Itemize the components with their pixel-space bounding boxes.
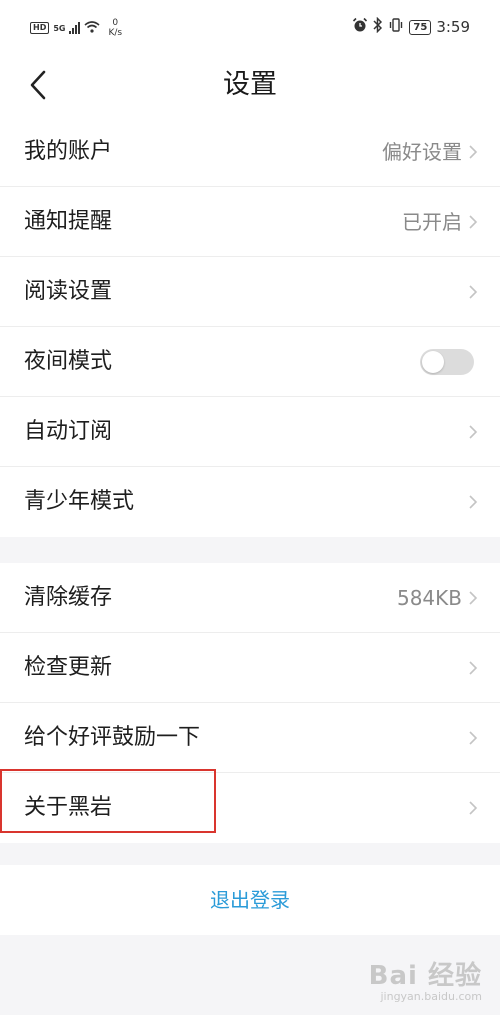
settings-row-reading[interactable]: 阅读设置 <box>0 257 500 327</box>
network-type: 5G <box>53 23 66 33</box>
battery-icon: 75 <box>409 19 432 35</box>
row-value: 偏好设置 <box>382 140 462 164</box>
watermark-text: Bai 经验 <box>368 961 482 991</box>
settings-row-account[interactable]: 我的账户 偏好设置 <box>0 117 500 187</box>
row-label: 清除缓存 <box>24 585 113 610</box>
cache-size: 584KB <box>396 586 462 610</box>
row-label: 阅读设置 <box>24 279 113 304</box>
row-label: 自动订阅 <box>24 419 113 444</box>
settings-row-check-update[interactable]: 检查更新 <box>0 633 500 703</box>
toggle-knob <box>422 351 444 373</box>
header: 设置 <box>0 55 500 117</box>
chevron-right-icon <box>469 495 478 509</box>
chevron-right-icon <box>469 731 478 745</box>
alarm-icon <box>352 17 368 37</box>
status-bar: HD 5G 0 K/s 75 3:59 <box>0 0 500 55</box>
logout-button[interactable]: 退出登录 <box>0 865 500 935</box>
settings-screen: HD 5G 0 K/s 75 3:59 设置 我的账户 偏好设置 通知提醒 已开… <box>0 0 500 1015</box>
settings-group-app: 清除缓存 584KB 检查更新 给个好评鼓励一下 关于黑岩 <box>0 563 500 843</box>
status-bar-right: 75 3:59 <box>352 16 470 37</box>
settings-group-general: 我的账户 偏好设置 通知提醒 已开启 阅读设置 夜间模式 自动订阅 青少年模式 <box>0 117 500 537</box>
baidu-jingyan-watermark: Bai 经验 jingyan.baidu.com <box>369 955 482 1003</box>
speed-unit: K/s <box>108 28 123 38</box>
settings-row-teen-mode[interactable]: 青少年模式 <box>0 467 500 537</box>
settings-row-night-mode: 夜间模式 <box>0 327 500 397</box>
hd-icon: HD <box>30 22 50 34</box>
settings-row-auto-subscribe[interactable]: 自动订阅 <box>0 397 500 467</box>
chevron-right-icon <box>469 591 478 605</box>
watermark-logo: Bai 经验 <box>369 955 482 992</box>
row-label: 检查更新 <box>24 655 113 680</box>
vibrate-icon <box>388 17 404 37</box>
chevron-right-icon <box>469 425 478 439</box>
page-title: 设置 <box>223 69 277 100</box>
row-label: 夜间模式 <box>24 349 113 374</box>
row-label: 青少年模式 <box>24 489 135 514</box>
clock-time: 3:59 <box>436 18 470 36</box>
row-value: 已开启 <box>402 210 462 234</box>
chevron-right-icon <box>469 285 478 299</box>
watermark-url: jingyan.baidu.com <box>380 990 482 1003</box>
speed-value: 0 <box>112 18 119 28</box>
settings-row-rate-app[interactable]: 给个好评鼓励一下 <box>0 703 500 773</box>
chevron-right-icon <box>469 145 478 159</box>
wifi-icon <box>84 20 101 36</box>
night-mode-toggle[interactable] <box>420 349 474 375</box>
row-label: 关于黑岩 <box>24 795 113 820</box>
bluetooth-icon <box>373 16 383 37</box>
chevron-right-icon <box>469 215 478 229</box>
row-label: 通知提醒 <box>24 209 113 234</box>
row-label: 我的账户 <box>24 139 113 164</box>
settings-row-notifications[interactable]: 通知提醒 已开启 <box>0 187 500 257</box>
network-speed: 0 K/s <box>108 18 122 38</box>
status-bar-left: HD 5G 0 K/s <box>30 18 122 38</box>
row-label: 给个好评鼓励一下 <box>24 725 201 750</box>
chevron-right-icon <box>469 661 478 675</box>
chevron-right-icon <box>469 801 478 815</box>
settings-row-about[interactable]: 关于黑岩 <box>0 773 500 843</box>
logout-section: 退出登录 <box>0 865 500 935</box>
signal-icon <box>69 22 81 34</box>
settings-row-clear-cache[interactable]: 清除缓存 584KB <box>0 563 500 633</box>
